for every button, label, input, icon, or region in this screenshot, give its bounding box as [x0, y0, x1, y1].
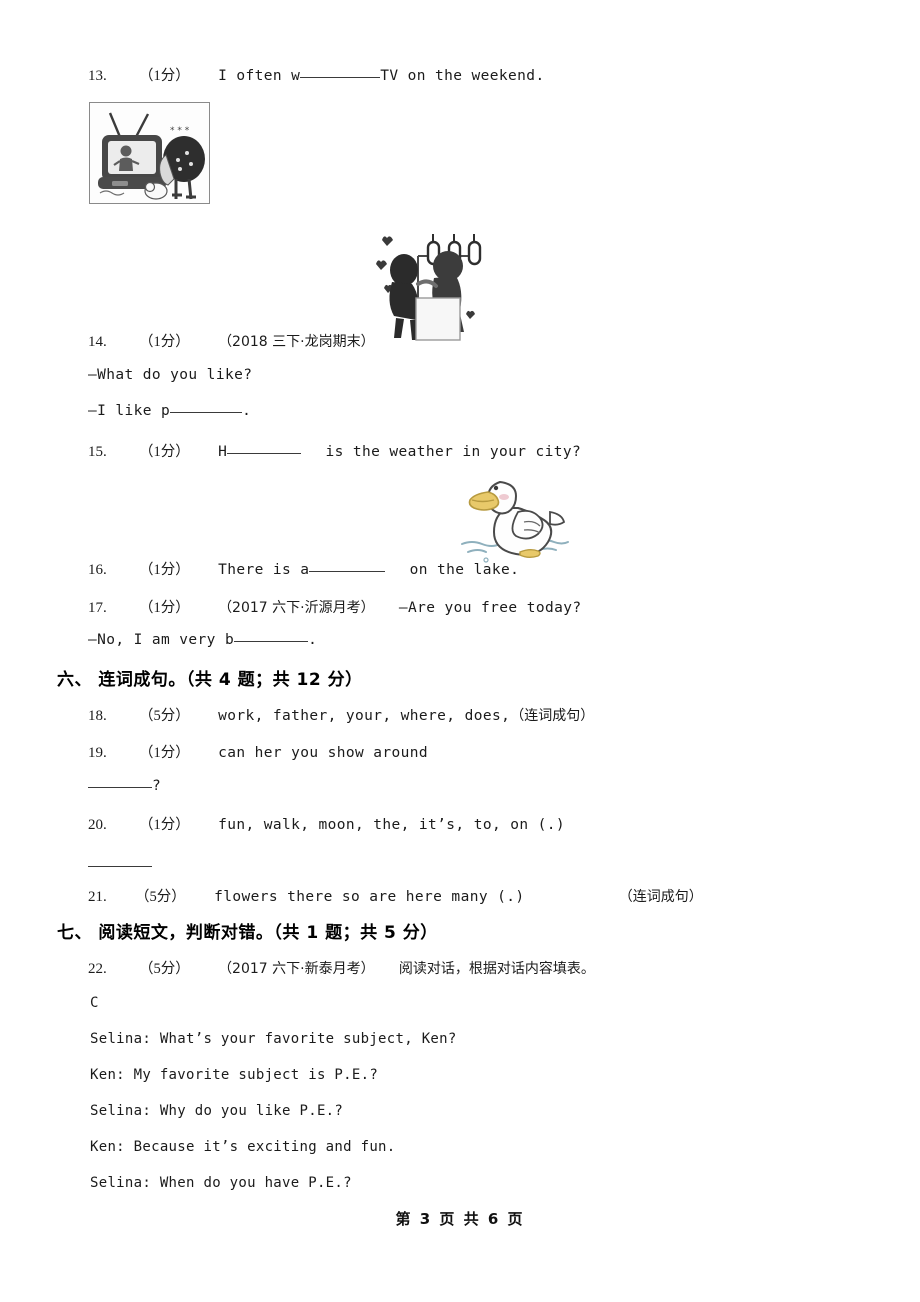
section-heading-6: 六、 连词成句。（共 4 题；共 12 分） [57, 670, 363, 690]
duck-illustration [458, 468, 572, 566]
question-13-blank[interactable] [300, 77, 381, 78]
dialogue-line-4: Ken: Because it’s exciting and fun. [90, 1139, 396, 1155]
question-14-blank[interactable] [170, 412, 243, 413]
question-22-instruction: 阅读对话，根据对话内容填表。 [398, 961, 595, 977]
dialogue-line-2: Ken: My favorite subject is P.E.? [90, 1067, 379, 1083]
question-19-number: 19. [88, 745, 107, 761]
exam-page: 13. （1分） I often w TV on the weekend. * … [0, 0, 920, 1302]
question-22-line: 22. （5分） （2017 六下·新泰月考） 阅读对话，根据对话内容填表。 [88, 957, 595, 978]
question-16-text-after: on the lake. [409, 562, 520, 578]
question-21-score: （5分） [135, 889, 186, 905]
question-16-text-before: There is a [218, 562, 310, 578]
question-19-line: 19. （1分） can her you show around [88, 741, 428, 762]
question-14-line: 14. （1分） （2018 三下·龙岗期末） [88, 330, 375, 351]
question-17-text-before: —No, I am very b [88, 632, 235, 648]
question-14-dialogue-line-2: —I like p. [88, 403, 251, 419]
question-20-text: fun, walk, moon, the, it’s, to, on (.) [218, 817, 565, 833]
question-15-line: 15. （1分） H is the weather in your city? [88, 440, 581, 461]
question-14-source: （2018 三下·龙岗期末） [218, 334, 375, 350]
question-15-blank[interactable] [227, 453, 302, 454]
question-22-score: （5分） [139, 961, 190, 977]
question-13-number: 13. [88, 68, 107, 84]
question-20-score: （1分） [139, 817, 190, 833]
dialogue-line-3: Selina: Why do you like P.E.? [90, 1103, 344, 1119]
dialogue-line-5: Selina: When do you have P.E.? [90, 1175, 352, 1191]
dancing-couple-illustration [370, 222, 488, 344]
tv-watching-illustration: * * * [89, 102, 210, 204]
question-14-text-before: —I like p [88, 403, 171, 419]
question-20-line: 20. （1分） fun, walk, moon, the, it’s, to,… [88, 813, 565, 834]
question-17-source: （2017 六下·沂源月考） [218, 600, 375, 616]
question-13-score: （1分） [139, 68, 190, 84]
question-15-number: 15. [88, 444, 107, 460]
question-16-score: （1分） [139, 562, 190, 578]
question-14-number: 14. [88, 334, 107, 350]
question-17-text-after: . [308, 632, 318, 648]
question-18-tag: （连词成句） [510, 708, 595, 724]
question-19-text: can her you show around [218, 745, 429, 761]
question-21-line: 21. （5分） flowers there so are here many … [88, 885, 703, 906]
question-13-text-after: TV on the weekend. [380, 68, 545, 84]
question-13-line: 13. （1分） I often w TV on the weekend. [88, 64, 545, 85]
question-13-text-before: I often w [218, 68, 301, 84]
question-15-text-after: is the weather in your city? [325, 444, 582, 460]
question-15-score: （1分） [139, 444, 190, 460]
question-21-tag: （连词成句） [618, 889, 703, 905]
question-18-line: 18. （5分） work, father, your, where, does… [88, 704, 594, 725]
question-17-score: （1分） [139, 600, 190, 616]
section-heading-7: 七、 阅读短文，判断对错。（共 1 题；共 5 分） [57, 923, 438, 943]
question-14-dialogue-line-1: —What do you like? [88, 367, 253, 383]
question-21-number: 21. [88, 889, 107, 905]
question-17-line-1: —Are you free today? [398, 600, 582, 616]
question-17-line-2: —No, I am very b. [88, 632, 317, 648]
question-21-text: flowers there so are here many (.) [214, 889, 525, 905]
question-14-text-after: . [242, 403, 252, 419]
question-17-line: 17. （1分） （2017 六下·沂源月考） —Are you free to… [88, 596, 581, 617]
question-19-blank[interactable] [88, 787, 152, 788]
svg-text:* * *: * * * [170, 126, 190, 136]
question-22-number: 22. [88, 961, 107, 977]
question-17-blank[interactable] [234, 641, 309, 642]
question-16-blank[interactable] [309, 571, 386, 572]
passage-letter: C [90, 995, 99, 1011]
question-19-score: （1分） [139, 745, 190, 761]
question-15-text-before: H [218, 444, 228, 460]
question-18-number: 18. [88, 708, 107, 724]
question-20-blank[interactable] [88, 866, 152, 867]
question-18-score: （5分） [139, 708, 190, 724]
question-14-score: （1分） [139, 334, 190, 350]
question-22-source: （2017 六下·新泰月考） [218, 961, 375, 977]
question-17-number: 17. [88, 600, 107, 616]
question-16-number: 16. [88, 562, 107, 578]
question-20-number: 20. [88, 817, 107, 833]
question-19-answer-line: ? [88, 778, 161, 794]
question-16-line: 16. （1分） There is a on the lake. [88, 558, 519, 579]
question-19-answer-suffix: ? [152, 778, 162, 794]
page-footer: 第 3 页 共 6 页 [395, 1210, 525, 1228]
dialogue-line-1: Selina: What’s your favorite subject, Ke… [90, 1031, 457, 1047]
question-18-text: work, father, your, where, does, [218, 708, 511, 724]
